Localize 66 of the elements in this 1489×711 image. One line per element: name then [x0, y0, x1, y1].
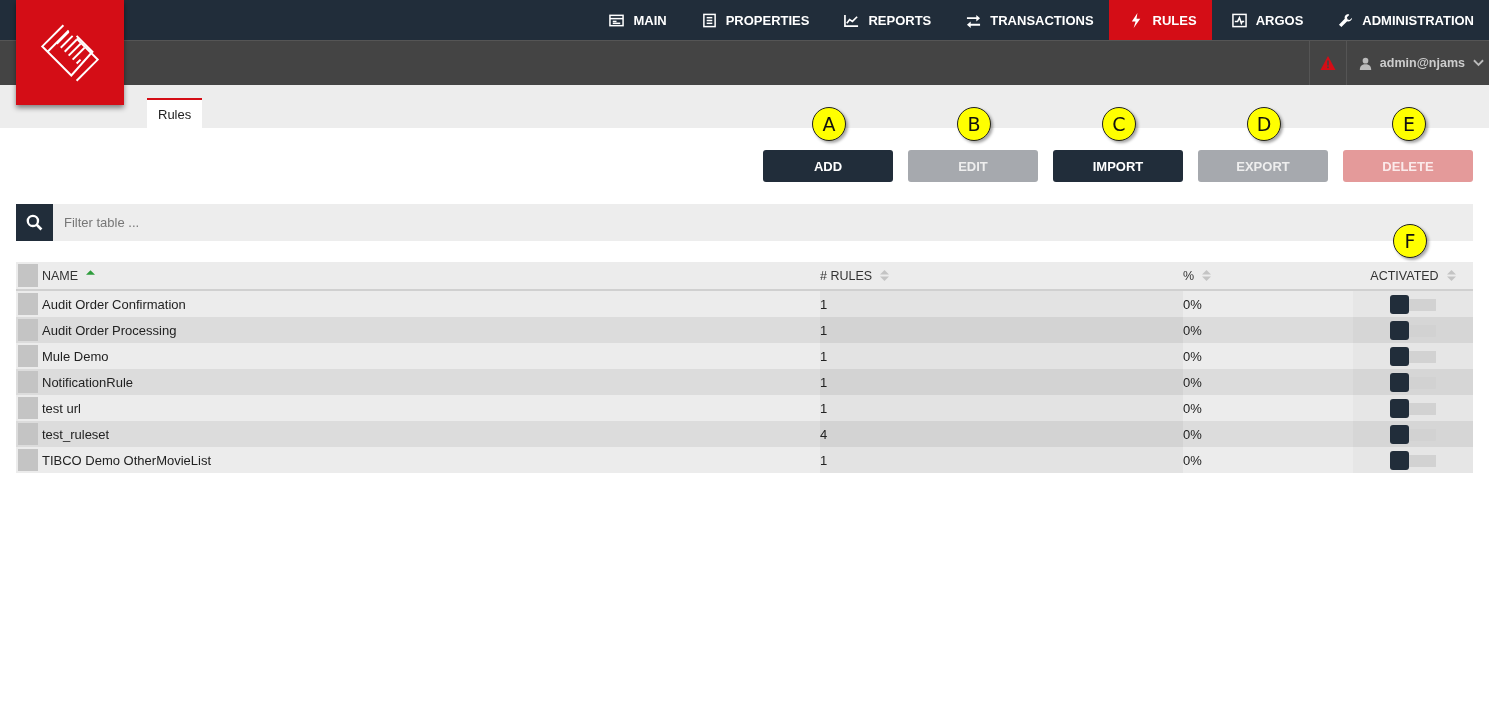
- toggle-switch[interactable]: [1390, 399, 1436, 417]
- table-cell: 1: [820, 348, 828, 364]
- table-cell: NotificationRule: [42, 374, 134, 390]
- toggle-switch[interactable]: [1390, 321, 1436, 339]
- toggle-switch[interactable]: [1390, 373, 1436, 391]
- column-header[interactable]: NAME: [42, 262, 820, 289]
- table-cell: 0%: [1183, 452, 1202, 468]
- toggle-switch[interactable]: [1390, 347, 1436, 365]
- search-icon: [26, 214, 43, 231]
- callout-marker: D: [1247, 107, 1281, 141]
- action-button[interactable]: IMPORT: [1053, 150, 1183, 182]
- nav-tab[interactable]: PROPERTIES: [681, 0, 825, 40]
- nav-tab[interactable]: REPORTS: [824, 0, 947, 40]
- table-cell: 4: [820, 426, 828, 442]
- logo-icon: [16, 0, 124, 105]
- table-cell: 0%: [1183, 426, 1202, 442]
- row-checkbox[interactable]: [18, 345, 38, 367]
- table-cell: 0%: [1183, 400, 1202, 416]
- nav-tab[interactable]: TRANSACTIONS: [946, 0, 1109, 40]
- table-cell: 0%: [1183, 348, 1202, 364]
- toggle-switch[interactable]: [1390, 295, 1436, 313]
- table-cell: test url: [42, 400, 81, 416]
- table-cell: 1: [820, 322, 828, 338]
- table-cell: 1: [820, 374, 828, 390]
- table-cell: 1: [820, 452, 828, 468]
- table-cell: Audit Order Confirmation: [42, 296, 186, 312]
- row-checkbox[interactable]: [18, 293, 38, 315]
- search-button[interactable]: [16, 204, 53, 241]
- callout-marker: F: [1393, 224, 1427, 258]
- user-icon: [1358, 56, 1372, 70]
- table-cell: TIBCO Demo OtherMovieList: [42, 452, 212, 468]
- callout-marker: B: [957, 107, 991, 141]
- select-all-checkbox[interactable]: [18, 264, 38, 287]
- chevron-down-icon: [1473, 59, 1484, 67]
- chart-icon: [844, 12, 860, 28]
- nav-tab[interactable]: ADMINISTRATION: [1318, 0, 1489, 40]
- row-checkbox[interactable]: [18, 449, 38, 471]
- window-icon: [609, 12, 625, 28]
- action-button[interactable]: ADD: [763, 150, 893, 182]
- nav-tab[interactable]: RULES: [1108, 0, 1212, 40]
- column-header[interactable]: # RULES: [820, 262, 1183, 289]
- wrench-icon: [1338, 12, 1354, 28]
- table-cell: test_ruleset: [42, 426, 110, 442]
- table-cell: Mule Demo: [42, 348, 109, 364]
- row-checkbox[interactable]: [18, 319, 38, 341]
- column-header[interactable]: %: [1183, 262, 1353, 289]
- list-icon: [701, 12, 717, 28]
- table-cell: 1: [820, 400, 828, 416]
- toggle-switch[interactable]: [1390, 425, 1436, 443]
- swap-icon: [966, 12, 982, 28]
- toggle-switch[interactable]: [1390, 451, 1436, 469]
- nav-tab[interactable]: ARGOS: [1211, 0, 1319, 40]
- table-cell: 0%: [1183, 322, 1202, 338]
- row-checkbox[interactable]: [18, 423, 38, 445]
- row-checkbox[interactable]: [18, 371, 38, 393]
- nav-tab[interactable]: MAIN: [589, 0, 682, 40]
- tab[interactable]: Rules: [147, 98, 203, 128]
- row-checkbox[interactable]: [18, 397, 38, 419]
- callout-marker: E: [1392, 107, 1426, 141]
- callout-marker: C: [1102, 107, 1136, 141]
- table-cell: 1: [820, 296, 828, 312]
- table-cell: Audit Order Processing: [42, 322, 177, 338]
- monitor-icon: [1231, 12, 1247, 28]
- table-cell: 0%: [1183, 296, 1202, 312]
- table-cell: 0%: [1183, 374, 1202, 390]
- callout-marker: A: [812, 107, 846, 141]
